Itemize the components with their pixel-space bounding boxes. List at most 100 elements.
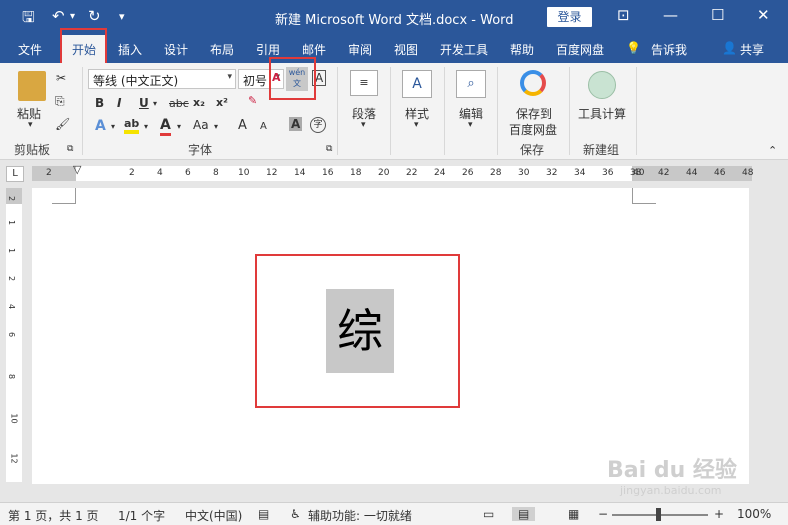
superscript-button[interactable]: x² bbox=[216, 96, 228, 109]
copy-icon[interactable]: ⎘ bbox=[55, 94, 65, 109]
search-icon[interactable]: ⌕ bbox=[456, 70, 486, 98]
subscript-button[interactable]: x₂ bbox=[193, 96, 205, 109]
highlight-color-button[interactable]: ab bbox=[124, 117, 140, 134]
ruler-tick: 36 bbox=[602, 168, 614, 178]
word-count[interactable]: 1/1 个字 bbox=[118, 507, 165, 524]
chevron-down-icon: ▾ bbox=[361, 120, 366, 130]
paste-icon[interactable] bbox=[18, 71, 46, 101]
zoom-level[interactable]: 100% bbox=[737, 507, 771, 521]
share-button[interactable]: 共享 bbox=[740, 41, 764, 58]
bold-button[interactable]: B bbox=[95, 96, 104, 110]
tab-view[interactable]: 视图 bbox=[394, 41, 418, 58]
ruler-tick: 42 bbox=[658, 168, 670, 178]
customize-quick-access-icon[interactable]: ▾ bbox=[119, 10, 125, 23]
language-status[interactable]: 中文(中国) bbox=[185, 507, 242, 524]
vruler-tick: 2 bbox=[7, 195, 17, 202]
proofing-icon[interactable]: ▤ bbox=[258, 507, 269, 521]
ribbon: 粘贴 ▾ ✂ ⎘ 🖌 剪贴板 ⧉ 等线 (中文正文) ▾ 初号 ▾ wén 文 … bbox=[0, 63, 788, 160]
vertical-ruler[interactable]: 2 1 1 2 4 6 8 10 12 bbox=[6, 188, 22, 482]
font-color-button[interactable]: A bbox=[160, 117, 171, 136]
cut-icon[interactable]: ✂ bbox=[56, 71, 66, 85]
save-to-netdisk-line2[interactable]: 百度网盘 bbox=[509, 121, 557, 138]
text-effects-button[interactable]: A bbox=[95, 118, 106, 134]
baidu-netdisk-icon[interactable] bbox=[520, 70, 546, 96]
underline-button[interactable]: U bbox=[139, 96, 149, 110]
clipboard-launcher-icon[interactable]: ⧉ bbox=[67, 144, 73, 154]
enclose-characters-button[interactable]: 字 bbox=[310, 117, 326, 133]
print-layout-icon[interactable]: ▤ bbox=[512, 507, 536, 521]
page-count[interactable]: 第 1 页，共 1 页 bbox=[8, 507, 99, 524]
vruler-tick: 1 bbox=[7, 219, 17, 226]
italic-button[interactable]: I bbox=[117, 96, 121, 110]
font-name-select[interactable]: 等线 (中文正文) ▾ bbox=[88, 69, 236, 89]
horizontal-ruler[interactable]: 2 ▽ 2 4 6 8 10 12 14 16 18 20 22 24 26 2… bbox=[32, 163, 754, 181]
accessibility-status[interactable]: 辅助功能: 一切就绪 bbox=[308, 507, 412, 524]
ruler-tick: 48 bbox=[742, 168, 754, 178]
title-bar: 🖫 ↶ ▾ ↻ ▾ 新建 Microsoft Word 文档.docx - Wo… bbox=[0, 0, 788, 35]
maximize-icon[interactable]: ☐ bbox=[711, 6, 724, 24]
vruler-tick: 12 bbox=[9, 453, 19, 464]
chevron-down-icon[interactable]: ▾ bbox=[177, 122, 181, 131]
vertical-scrollbar[interactable] bbox=[752, 188, 788, 500]
home-tab-highlight bbox=[60, 28, 107, 67]
first-line-indent-marker[interactable]: ▽ bbox=[73, 163, 81, 176]
ruler-tick: 2 bbox=[129, 168, 135, 178]
strikethrough-button[interactable]: abc bbox=[169, 97, 189, 110]
tab-selector[interactable]: L bbox=[6, 166, 24, 182]
undo-dropdown-icon[interactable]: ▾ bbox=[70, 11, 75, 22]
tab-review[interactable]: 审阅 bbox=[348, 41, 372, 58]
font-launcher-icon[interactable]: ⧉ bbox=[326, 144, 332, 154]
close-icon[interactable]: ✕ bbox=[757, 6, 770, 24]
ruler-tick: 40 bbox=[633, 168, 645, 178]
ribbon-display-options-icon[interactable]: ⊡ bbox=[617, 6, 630, 24]
selected-character[interactable]: 综 bbox=[326, 289, 394, 373]
collapse-ribbon-icon[interactable]: ⌃ bbox=[768, 144, 777, 157]
chevron-down-icon[interactable]: ▾ bbox=[111, 122, 115, 131]
minimize-icon[interactable]: — bbox=[663, 6, 678, 24]
zoom-slider-handle[interactable] bbox=[656, 508, 661, 521]
shrink-font-button[interactable]: A bbox=[260, 121, 267, 132]
calculator-icon[interactable] bbox=[588, 71, 616, 99]
character-shading-button[interactable]: A bbox=[289, 117, 303, 131]
format-painter-icon[interactable]: 🖌 bbox=[55, 117, 70, 131]
paste-dropdown-icon[interactable]: ▾ bbox=[28, 120, 33, 130]
zoom-in-button[interactable]: + bbox=[714, 507, 724, 521]
save-to-netdisk-line1[interactable]: 保存到 bbox=[516, 105, 552, 122]
web-layout-icon[interactable]: ▦ bbox=[568, 507, 579, 521]
tab-design[interactable]: 设计 bbox=[164, 41, 188, 58]
tab-references[interactable]: 引用 bbox=[256, 41, 280, 58]
chevron-down-icon[interactable]: ▾ bbox=[153, 99, 157, 108]
styles-icon[interactable]: A bbox=[402, 70, 432, 98]
vruler-tick: 10 bbox=[9, 413, 19, 424]
ruler-area: L 2 ▽ 2 4 6 8 10 12 14 16 18 20 22 24 26… bbox=[0, 160, 788, 186]
tab-insert[interactable]: 插入 bbox=[118, 41, 142, 58]
change-case-button[interactable]: Aa bbox=[193, 118, 209, 132]
chevron-down-icon[interactable]: ▾ bbox=[214, 122, 218, 131]
zoom-out-button[interactable]: − bbox=[598, 507, 608, 521]
tab-baidu-netdisk[interactable]: 百度网盘 bbox=[556, 41, 604, 58]
tab-file[interactable]: 文件 bbox=[18, 41, 42, 58]
tab-layout[interactable]: 布局 bbox=[210, 41, 234, 58]
undo-icon[interactable]: ↶ bbox=[52, 7, 65, 25]
read-mode-icon[interactable]: ▭ bbox=[483, 507, 494, 521]
chevron-down-icon[interactable]: ▾ bbox=[144, 122, 148, 131]
vruler-tick: 4 bbox=[7, 303, 17, 310]
redo-icon[interactable]: ↻ bbox=[88, 7, 101, 25]
ruler-margin-left bbox=[32, 166, 76, 181]
paragraph-icon[interactable]: ≡ bbox=[350, 70, 378, 96]
chevron-down-icon: ▾ bbox=[468, 120, 473, 130]
login-button[interactable]: 登录 bbox=[547, 7, 592, 27]
watermark-url: jingyan.baidu.com bbox=[620, 484, 722, 497]
ribbon-tabs: 文件 开始 插入 设计 布局 引用 邮件 审阅 视图 开发工具 帮助 百度网盘 … bbox=[0, 35, 788, 64]
phonetic-guide-highlight bbox=[269, 57, 316, 100]
tool-calculate-button-label[interactable]: 工具计算 bbox=[578, 105, 626, 122]
tell-me-search[interactable]: 告诉我 bbox=[651, 41, 687, 58]
document-page[interactable]: 综 bbox=[32, 188, 749, 484]
clear-all-formatting-icon[interactable]: ✎ bbox=[248, 94, 257, 107]
tab-developer[interactable]: 开发工具 bbox=[440, 41, 488, 58]
clipboard-group-label: 剪贴板 bbox=[14, 143, 51, 157]
tab-help[interactable]: 帮助 bbox=[510, 41, 534, 58]
grow-font-button[interactable]: A bbox=[238, 118, 247, 133]
save-icon[interactable]: 🖫 bbox=[22, 7, 35, 32]
tab-mailings[interactable]: 邮件 bbox=[302, 41, 326, 58]
